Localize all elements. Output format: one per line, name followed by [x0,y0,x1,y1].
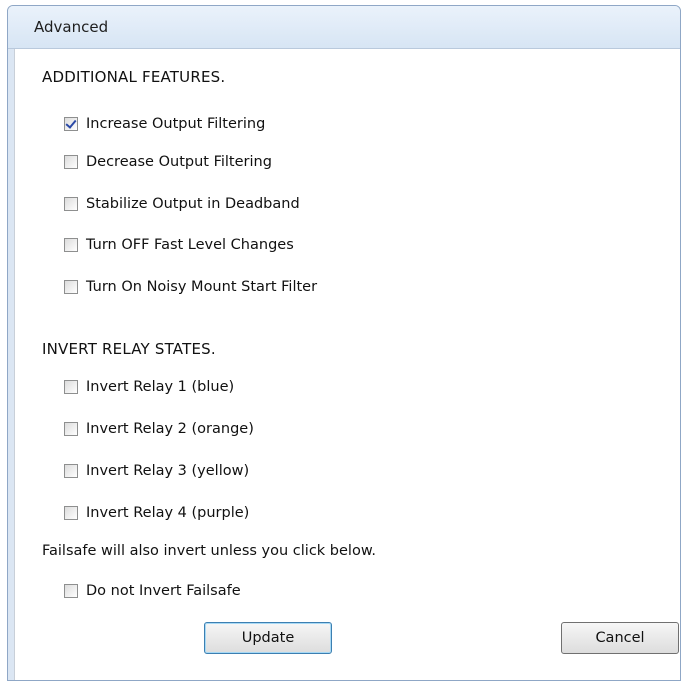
turn-off-fast-level-changes-checkbox[interactable]: Turn OFF Fast Level Changes [64,235,294,255]
checkbox-label: Stabilize Output in Deadband [86,196,300,212]
checkbox-box[interactable] [64,117,78,131]
checkbox-label: Increase Output Filtering [86,116,266,132]
decrease-output-filtering-checkbox[interactable]: Decrease Output Filtering [64,152,272,172]
increase-output-filtering-checkbox[interactable]: Increase Output Filtering [64,114,265,134]
invert-relay-2-checkbox[interactable]: Invert Relay 2 (orange) [64,419,254,439]
checkbox-box[interactable] [64,280,78,294]
invert-relay-3-checkbox[interactable]: Invert Relay 3 (yellow) [64,461,249,481]
failsafe-note: Failsafe will also invert unless you cli… [42,543,376,559]
additional-features-heading: ADDITIONAL FEATURES. [42,68,226,86]
checkbox-label: Invert Relay 2 (orange) [86,421,254,437]
invert-relay-4-checkbox[interactable]: Invert Relay 4 (purple) [64,503,249,523]
checkbox-box[interactable] [64,422,78,436]
invert-relay-heading: INVERT RELAY STATES. [42,340,216,358]
update-button[interactable]: Update [204,622,332,654]
checkbox-box[interactable] [64,238,78,252]
checkbox-box[interactable] [64,506,78,520]
checkbox-label: Invert Relay 3 (yellow) [86,463,250,479]
title-bar[interactable]: Advanced [8,6,680,49]
checkbox-box[interactable] [64,155,78,169]
checkbox-label: Decrease Output Filtering [86,154,272,170]
do-not-invert-failsafe-checkbox[interactable]: Do not Invert Failsafe [64,581,241,601]
checkbox-label: Invert Relay 4 (purple) [86,505,250,521]
checkbox-label: Do not Invert Failsafe [86,583,241,599]
invert-relay-1-checkbox[interactable]: Invert Relay 1 (blue) [64,377,234,397]
checkbox-box[interactable] [64,197,78,211]
cancel-button[interactable]: Cancel [561,622,679,654]
checkbox-label: Invert Relay 1 (blue) [86,379,235,395]
checkbox-box[interactable] [64,380,78,394]
stabilize-output-deadband-checkbox[interactable]: Stabilize Output in Deadband [64,194,300,214]
checkbox-box[interactable] [64,464,78,478]
checkbox-box[interactable] [64,584,78,598]
noisy-mount-start-filter-checkbox[interactable]: Turn On Noisy Mount Start Filter [64,277,317,297]
checkbox-label: Turn On Noisy Mount Start Filter [86,279,318,295]
checkbox-label: Turn OFF Fast Level Changes [86,237,294,253]
advanced-dialog: Advanced ADDITIONAL FEATURES. Increase O… [7,5,681,681]
window-title: Advanced [34,18,109,36]
